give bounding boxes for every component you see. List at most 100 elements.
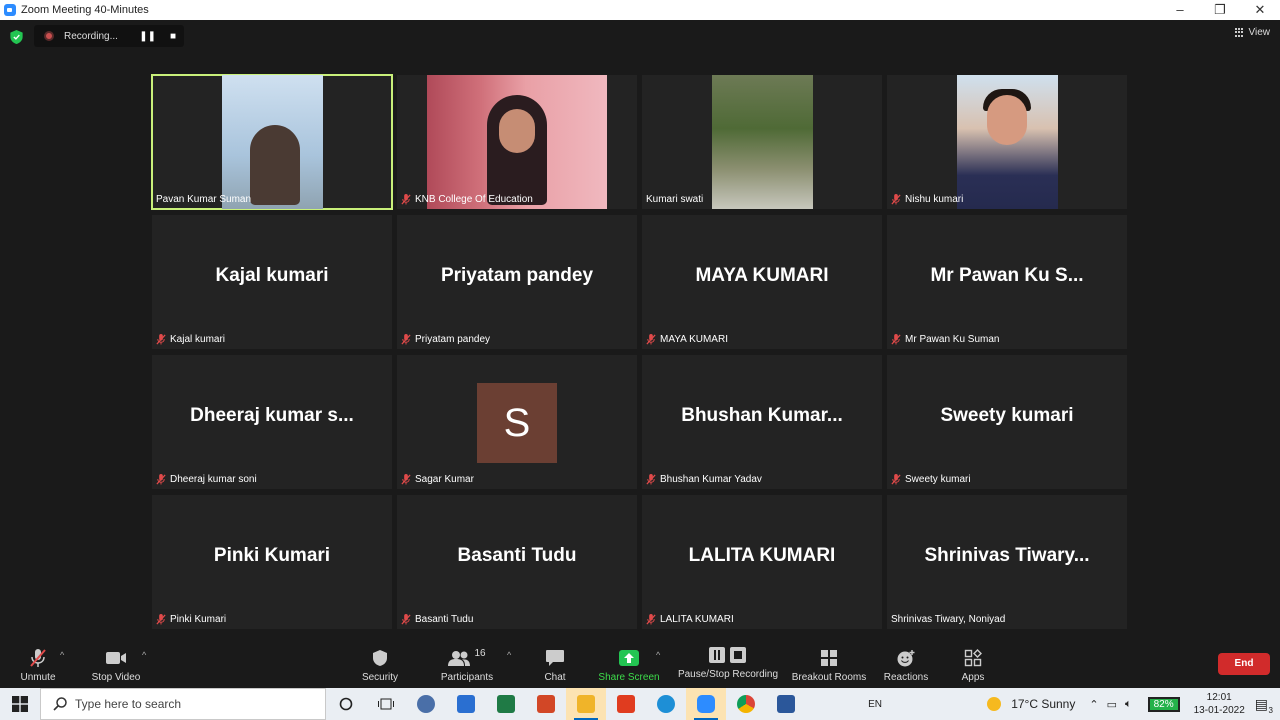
search-icon (53, 697, 67, 711)
participants-button[interactable]: 16 Participants (438, 648, 496, 683)
unmute-button[interactable]: Unmute (18, 648, 58, 683)
participant-name-label: Kumari swati (646, 194, 704, 205)
view-button[interactable]: View (1234, 27, 1270, 38)
participant-tile[interactable]: Shrinivas Tiwary... Shrinivas Tiwary, No… (887, 495, 1127, 629)
chat-button[interactable]: Chat (538, 648, 572, 683)
pause-stop-recording-button[interactable]: Pause/Stop Recording (676, 645, 780, 680)
word-icon[interactable] (766, 688, 806, 720)
participant-tile[interactable]: Nishu kumari (887, 75, 1127, 209)
breakout-rooms-button[interactable]: Breakout Rooms (790, 648, 868, 683)
language-indicator[interactable]: EN (868, 699, 882, 710)
unmute-label: Unmute (20, 672, 56, 683)
muted-mic-icon (646, 614, 656, 625)
smiley-icon (897, 650, 915, 667)
window-title: Zoom Meeting 40-Minutes (21, 4, 149, 16)
volume-icon[interactable]: 🔈︎ (1125, 698, 1132, 711)
muted-mic-icon (401, 614, 411, 625)
avatar: S (477, 383, 557, 463)
participants-options-caret[interactable]: ^ (507, 650, 511, 660)
participant-tile[interactable]: MAYA KUMARI MAYA KUMARI (642, 215, 882, 349)
participants-label: Participants (440, 672, 494, 683)
task-view-icon[interactable] (366, 688, 406, 720)
file-explorer-icon[interactable] (566, 688, 606, 720)
excel-icon[interactable] (486, 688, 526, 720)
notification-center-icon[interactable]: ▤ 3 (1255, 696, 1273, 715)
participant-name-label: KNB College Of Education (401, 194, 533, 205)
participant-tile[interactable]: Bhushan Kumar... Bhushan Kumar Yadav (642, 355, 882, 489)
participant-display-name: Dheeraj kumar s... (190, 405, 354, 426)
participant-name-label: Bhushan Kumar Yadav (646, 474, 762, 485)
office-icon[interactable] (606, 688, 646, 720)
participant-name-label: Mr Pawan Ku Suman (891, 334, 1000, 345)
reactions-button[interactable]: Reactions (882, 648, 930, 683)
taskbar-search-input[interactable]: Type here to search (40, 688, 326, 720)
close-button[interactable]: ✕ (1240, 0, 1280, 20)
weather-label[interactable]: 17°C Sunny (1011, 697, 1075, 711)
store-icon[interactable] (446, 688, 486, 720)
zoom-taskbar-icon[interactable] (686, 688, 726, 720)
participant-tile[interactable]: KNB College Of Education (397, 75, 637, 209)
start-button[interactable] (0, 688, 40, 720)
participant-tile[interactable]: Kajal kumari Kajal kumari (152, 215, 392, 349)
apps-button[interactable]: Apps (956, 648, 990, 683)
participant-display-name: Mr Pawan Ku S... (930, 265, 1084, 286)
clock-date: 13-01-2022 (1193, 705, 1245, 716)
stop-recording-icon[interactable]: ■ (170, 31, 176, 42)
end-meeting-button[interactable]: End (1218, 653, 1270, 675)
windows-logo-icon (12, 696, 28, 712)
weather-sun-icon (987, 697, 1002, 711)
participant-tile[interactable]: Dheeraj kumar s... Dheeraj kumar soni (152, 355, 392, 489)
participant-tile[interactable]: LALITA KUMARI LALITA KUMARI (642, 495, 882, 629)
muted-mic-icon (156, 334, 166, 345)
video-options-caret[interactable]: ^ (142, 650, 146, 660)
edge-icon[interactable] (646, 688, 686, 720)
stop-video-button[interactable]: Stop Video (88, 648, 144, 683)
network-icon[interactable]: ▭ (1107, 698, 1117, 711)
shield-icon (373, 650, 387, 666)
system-tray: 17°C Sunny ⌃ ▭ 🔈︎ EN 82% 12:01 13-01-202… (868, 688, 1280, 720)
muted-mic-icon (401, 194, 411, 205)
participant-tile[interactable]: Sweety kumari Sweety kumari (887, 355, 1127, 489)
recording-indicator: Recording... ❚❚ ■ (34, 25, 184, 47)
participant-tile[interactable]: Mr Pawan Ku S... Mr Pawan Ku Suman (887, 215, 1127, 349)
participant-name-label: Sagar Kumar (401, 474, 474, 485)
participant-tile[interactable]: Basanti Tudu Basanti Tudu (397, 495, 637, 629)
participant-tile[interactable]: Priyatam pandey Priyatam pandey (397, 215, 637, 349)
participant-name-label: Dheeraj kumar soni (156, 474, 257, 485)
participant-display-name: Pinki Kumari (213, 545, 331, 566)
participant-display-name: Shrinivas Tiwary... (924, 545, 1090, 566)
maximize-button[interactable]: ❐ (1200, 0, 1240, 20)
security-button[interactable]: Security (358, 648, 402, 683)
encryption-shield-icon[interactable] (10, 30, 23, 44)
tray-chevron-icon[interactable]: ⌃ (1089, 698, 1098, 711)
recording-status: Recording... (64, 30, 118, 42)
participant-video (427, 75, 607, 209)
share-options-caret[interactable]: ^ (656, 650, 660, 660)
notification-count: 3 (1268, 705, 1273, 715)
participant-video (957, 75, 1058, 209)
meeting-topbar (0, 20, 1280, 52)
share-screen-label: Share Screen (598, 672, 660, 683)
participant-video (712, 75, 813, 209)
cortana-icon[interactable] (326, 688, 366, 720)
participant-name-label: Kajal kumari (156, 334, 225, 345)
powerpoint-icon[interactable] (526, 688, 566, 720)
muted-mic-icon (646, 474, 656, 485)
chat-bubble-icon (546, 650, 564, 666)
participant-display-name: Basanti Tudu (457, 545, 577, 566)
participant-display-name: Bhushan Kumar... (681, 405, 843, 426)
participant-tile[interactable]: Pavan Kumar Suman (151, 74, 393, 210)
participant-tile[interactable]: Pinki Kumari Pinki Kumari (152, 495, 392, 629)
clock[interactable]: 12:01 13-01-2022 (1194, 691, 1245, 717)
chrome-icon[interactable] (726, 688, 766, 720)
battery-indicator[interactable]: 82% (1147, 696, 1180, 712)
participant-tile[interactable]: Kumari swati (642, 75, 882, 209)
participant-tile[interactable]: S Sagar Kumar (397, 355, 637, 489)
search-placeholder: Type here to search (75, 697, 182, 711)
participant-name-label: LALITA KUMARI (646, 614, 734, 625)
share-screen-button[interactable]: Share Screen (598, 648, 660, 683)
pause-recording-icon[interactable]: ❚❚ (139, 31, 156, 42)
control-panel-icon[interactable] (406, 688, 446, 720)
minimize-button[interactable]: – (1160, 0, 1200, 20)
audio-options-caret[interactable]: ^ (60, 650, 64, 660)
